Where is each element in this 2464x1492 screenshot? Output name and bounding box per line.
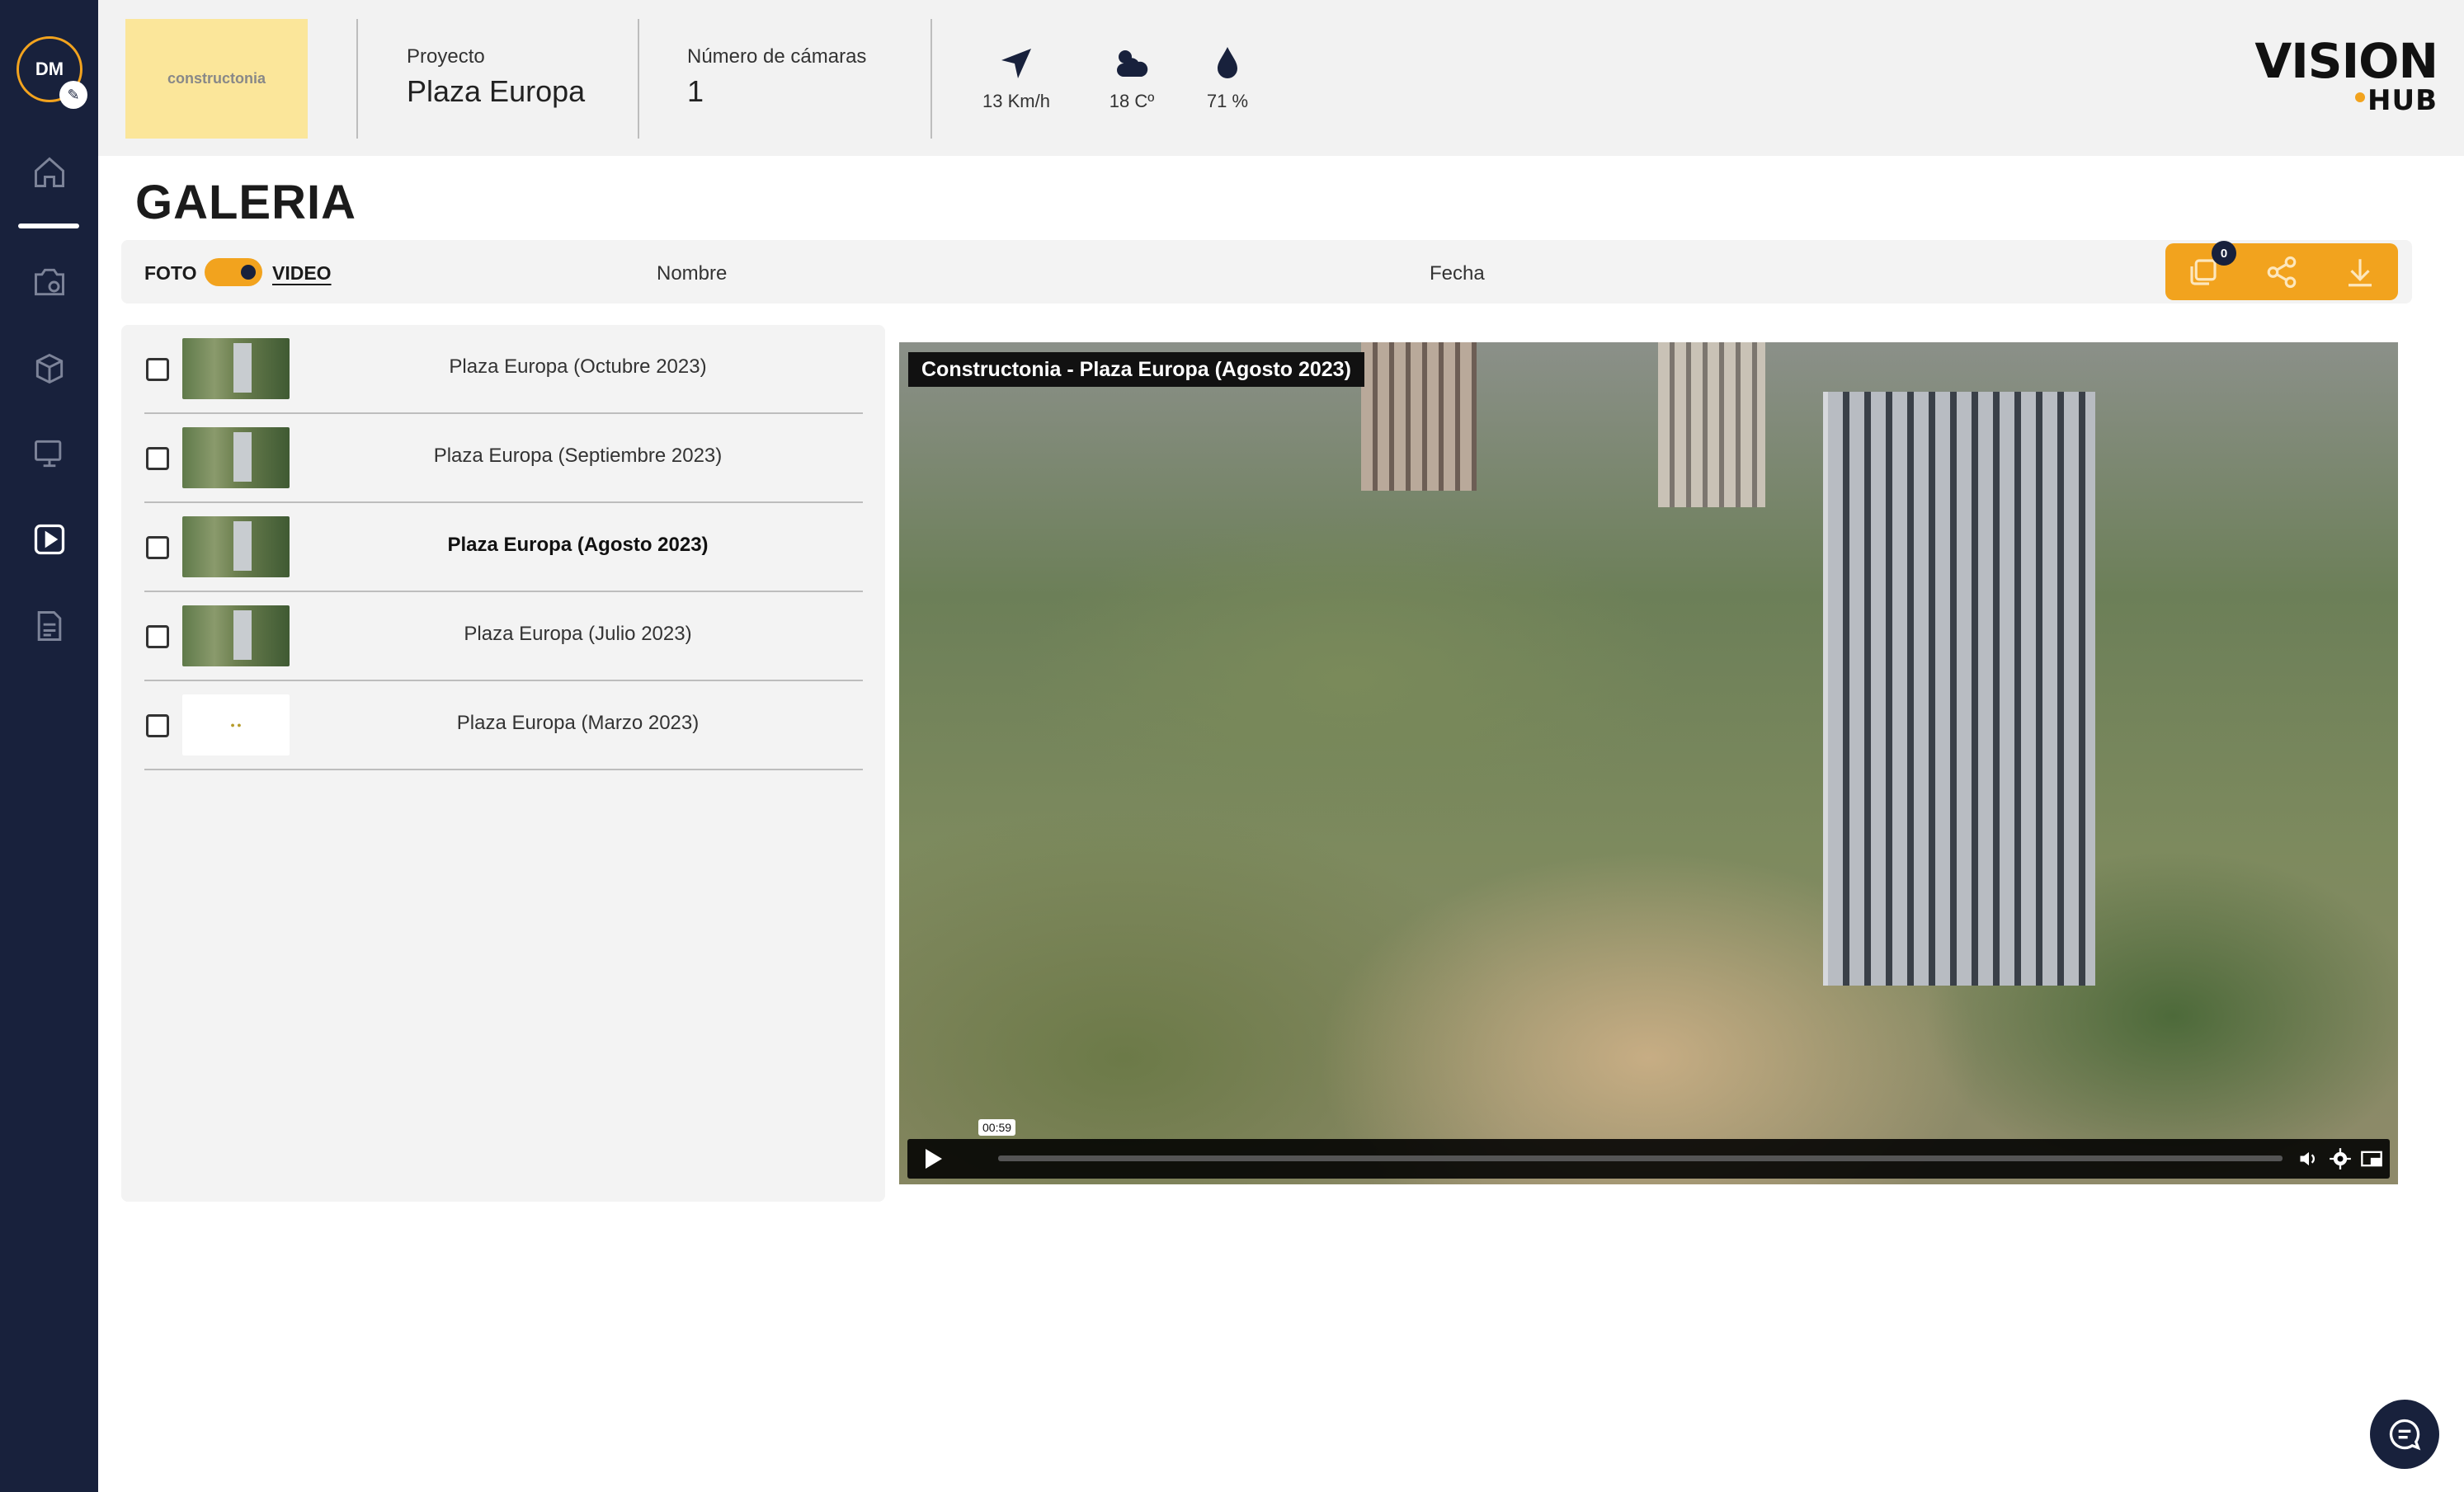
video-label[interactable]: VIDEO: [272, 262, 332, 285]
video-player[interactable]: Constructonia - Plaza Europa (Agosto 202…: [899, 342, 2398, 1184]
picture-in-picture-icon[interactable]: [2360, 1147, 2383, 1170]
item-label: Plaza Europa (Marzo 2023): [456, 712, 700, 734]
video-thumbnail: [182, 516, 290, 577]
vision-hub-logo: VISION HUB: [2254, 33, 2438, 117]
header: constructonia Proyecto Plaza Europa Núme…: [98, 0, 2464, 156]
divider: [930, 19, 932, 139]
monitor-icon[interactable]: [31, 435, 68, 472]
item-checkbox[interactable]: [146, 536, 169, 559]
document-icon[interactable]: [31, 608, 68, 644]
item-label: Plaza Europa (Octubre 2023): [449, 355, 707, 378]
nav-active-indicator: [18, 224, 79, 228]
list-item[interactable]: Plaza Europa (Julio 2023): [144, 592, 863, 681]
video-frame-building: [1658, 342, 1765, 507]
selected-count-badge: 0: [2212, 241, 2236, 266]
partly-cloudy-icon: [1117, 50, 1148, 77]
item-checkbox[interactable]: [146, 625, 169, 648]
humidity-widget: 71 %: [1182, 43, 1273, 112]
sidebar: DM ✎: [0, 0, 98, 1492]
play-icon[interactable]: [31, 521, 68, 558]
time-tooltip: 00:59: [978, 1119, 1016, 1136]
item-label: Plaza Europa (Agosto 2023): [447, 534, 709, 556]
player-controls: 00:59: [907, 1119, 2390, 1179]
home-icon[interactable]: [31, 154, 68, 191]
video-list: Plaza Europa (Octubre 2023) Plaza Europa…: [121, 325, 885, 1202]
wind-direction-icon: [1001, 49, 1031, 78]
edit-icon[interactable]: ✎: [59, 81, 87, 109]
list-item[interactable]: ● ● Plaza Europa (Marzo 2023): [144, 681, 863, 770]
progress-bar[interactable]: [998, 1155, 2283, 1161]
video-thumbnail: [182, 427, 290, 488]
play-icon[interactable]: [926, 1149, 942, 1169]
foto-video-toggle[interactable]: [205, 258, 262, 286]
video-frame-tower: [1823, 392, 2095, 986]
divider: [356, 19, 358, 139]
wind-widget: 13 Km/h: [971, 43, 1062, 112]
actions-group: 0: [2165, 241, 2398, 300]
chat-button[interactable]: [2370, 1400, 2439, 1469]
divider: [638, 19, 639, 139]
foto-label[interactable]: FOTO: [144, 262, 196, 285]
toggle-knob: [241, 265, 256, 280]
sort-by-name[interactable]: Nombre: [657, 262, 727, 285]
list-item[interactable]: Plaza Europa (Agosto 2023): [144, 503, 863, 592]
gallery-toolbar: FOTO VIDEO Nombre Fecha 0: [121, 240, 2412, 304]
video-thumbnail: [182, 338, 290, 399]
cameras-value: 1: [687, 74, 704, 108]
list-item[interactable]: Plaza Europa (Octubre 2023): [144, 325, 863, 414]
chat-icon: [2389, 1419, 2421, 1451]
item-checkbox[interactable]: [146, 714, 169, 737]
download-icon[interactable]: [2343, 255, 2377, 289]
temperature-widget: 18 Cº: [1086, 43, 1177, 112]
client-logo: constructonia: [125, 19, 308, 139]
brand-dot: [2355, 92, 2365, 102]
settings-icon[interactable]: [2329, 1147, 2352, 1170]
volume-icon[interactable]: [2297, 1147, 2320, 1170]
video-frame-building: [1361, 342, 1477, 491]
item-label: Plaza Europa (Septiembre 2023): [433, 445, 723, 467]
project-label: Proyecto: [407, 45, 485, 68]
page-title: GALERIA: [135, 176, 356, 229]
video-thumbnail: [182, 605, 290, 666]
cameras-label: Número de cámaras: [687, 45, 867, 68]
video-title: Constructonia - Plaza Europa (Agosto 202…: [908, 352, 1364, 387]
water-drop-icon: [1218, 47, 1237, 78]
project-value: Plaza Europa: [407, 74, 586, 108]
cube-icon[interactable]: [31, 351, 68, 387]
sort-by-date[interactable]: Fecha: [1430, 262, 1485, 285]
item-checkbox[interactable]: [146, 358, 169, 381]
video-thumbnail: ● ●: [182, 694, 290, 755]
list-item[interactable]: Plaza Europa (Septiembre 2023): [144, 414, 863, 503]
camera-icon[interactable]: [31, 264, 68, 300]
item-label: Plaza Europa (Julio 2023): [464, 623, 692, 645]
item-checkbox[interactable]: [146, 447, 169, 470]
share-icon[interactable]: [2264, 255, 2299, 289]
